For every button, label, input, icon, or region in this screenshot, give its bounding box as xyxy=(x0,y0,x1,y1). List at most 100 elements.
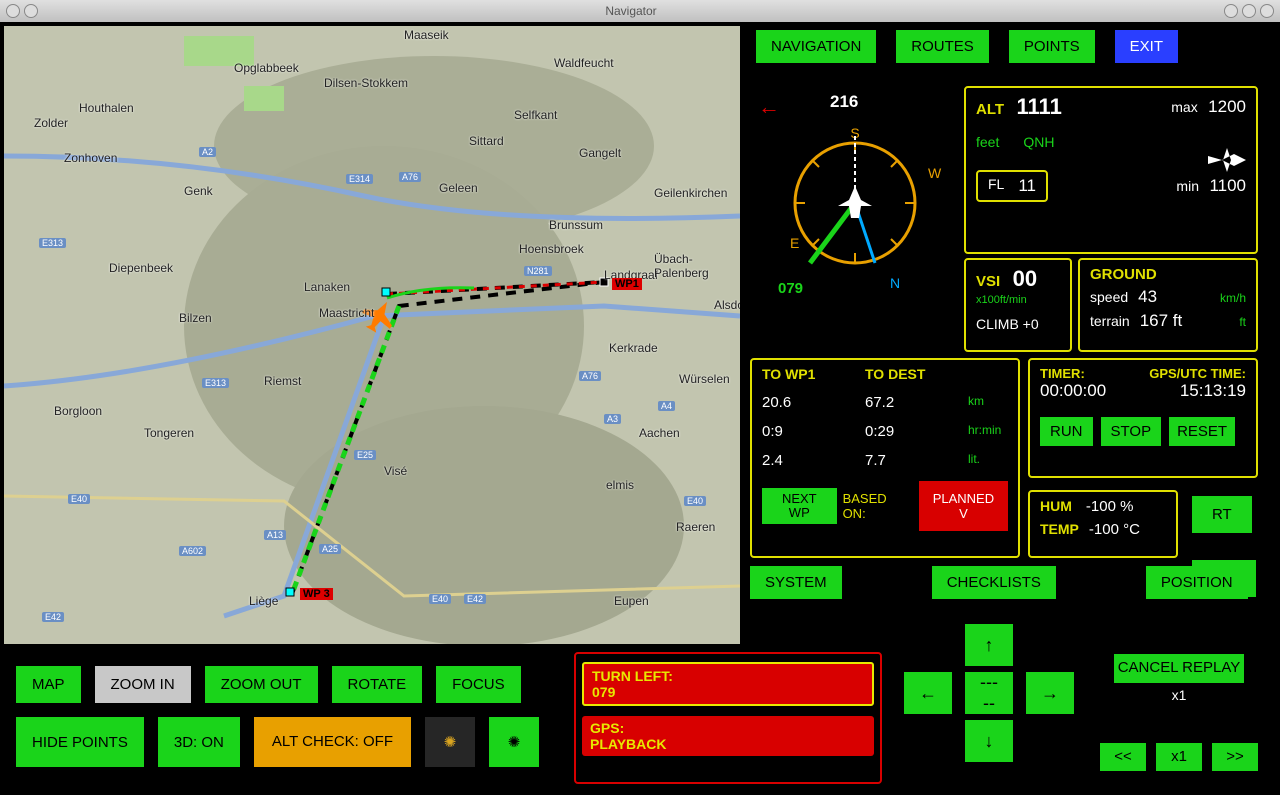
checklists-button[interactable]: CHECKLISTS xyxy=(932,566,1056,599)
city-label: Maaseik xyxy=(404,28,449,42)
city-label: Zonhoven xyxy=(64,151,117,165)
alt-label: ALT xyxy=(976,101,1004,118)
alt-max-label: max xyxy=(1171,99,1197,115)
stop-button[interactable]: STOP xyxy=(1101,417,1162,446)
hum-temp-panel: HUM -100 % TEMP -100 °C xyxy=(1028,490,1178,558)
city-label: Brunssum xyxy=(549,218,603,232)
city-label: Visé xyxy=(384,464,407,478)
replay-panel: CANCEL REPLAY x1 << x1 >> xyxy=(1094,654,1264,771)
window-btn-3[interactable] xyxy=(1260,4,1274,18)
hum-label: HUM xyxy=(1040,498,1072,515)
map-view[interactable]: Maaseik Opglabbeek Dilsen-Stokkem Waldfe… xyxy=(4,26,740,644)
dest-dist: 67.2 xyxy=(865,394,968,411)
city-label: elmis xyxy=(606,478,634,492)
road-label: E40 xyxy=(429,594,451,604)
road-label: A25 xyxy=(319,544,341,554)
timer-value: 00:00:00 xyxy=(1040,381,1106,401)
cancel-replay-button[interactable]: CANCEL REPLAY xyxy=(1114,654,1244,683)
terrain-unit: ft xyxy=(1239,315,1246,329)
city-label: Alsdorf xyxy=(714,298,740,312)
road-label: E313 xyxy=(202,378,229,388)
hum-value: -100 % xyxy=(1086,498,1134,515)
brightness-up-button[interactable]: ✺ xyxy=(489,717,539,767)
rt-button[interactable]: RT xyxy=(1192,496,1252,533)
map-button[interactable]: MAP xyxy=(16,666,81,703)
pan-right-button[interactable]: → xyxy=(1026,672,1074,714)
system-button[interactable]: SYSTEM xyxy=(750,566,842,599)
road-label: A4 xyxy=(658,401,675,411)
reset-button[interactable]: RESET xyxy=(1169,417,1235,446)
city-label: Riemst xyxy=(264,374,301,388)
points-button[interactable]: POINTS xyxy=(1009,30,1095,63)
city-label: Raeren xyxy=(676,520,715,534)
wp-dist: 20.6 xyxy=(762,394,865,411)
road-label: N281 xyxy=(524,266,552,276)
wp-fuel: 2.4 xyxy=(762,452,865,469)
hide-points-button[interactable]: HIDE POINTS xyxy=(16,717,144,767)
speed-value: 43 xyxy=(1138,287,1157,307)
routes-button[interactable]: ROUTES xyxy=(896,30,989,63)
dest-fuel: 7.7 xyxy=(865,452,968,469)
city-label: Bilzen xyxy=(179,311,212,325)
road-label: A76 xyxy=(579,371,601,381)
fuel-unit: lit. xyxy=(968,452,1008,469)
vsi-panel: VSI 00 x100ft/min CLIMB +0 xyxy=(964,258,1072,352)
ground-title: GROUND xyxy=(1090,266,1246,283)
utc-label: GPS/UTC TIME: xyxy=(1149,366,1246,381)
window-btn-2[interactable] xyxy=(1242,4,1256,18)
road-label: A2 xyxy=(199,147,216,157)
position-button[interactable]: POSITION xyxy=(1146,566,1248,599)
temp-label: TEMP xyxy=(1040,521,1079,538)
road-label: A13 xyxy=(264,530,286,540)
sun-icon: ✺ xyxy=(444,733,457,751)
utc-value: 15:13:19 xyxy=(1180,381,1246,401)
city-label: Hoensbroek xyxy=(519,242,584,256)
waypoint-1-label: WP1 xyxy=(612,278,642,290)
navigation-button[interactable]: NAVIGATION xyxy=(756,30,876,63)
next-wp-button[interactable]: NEXT WP xyxy=(762,488,837,525)
alt-check-button[interactable]: ALT CHECK: OFF xyxy=(254,717,411,767)
waypoint-3-label: WP 3 xyxy=(300,588,333,600)
pan-center-button[interactable]: ----- xyxy=(965,672,1013,714)
city-label: Kerkrade xyxy=(609,341,658,355)
vsi-value: 00 xyxy=(1013,266,1037,291)
3d-toggle-button[interactable]: 3D: ON xyxy=(158,717,240,767)
compass-panel: ← 216 S W N E 079 PH 2S7 xyxy=(750,86,960,346)
focus-button[interactable]: FOCUS xyxy=(436,666,521,703)
city-label: Geilenkirchen xyxy=(654,186,727,200)
window-titlebar: Navigator xyxy=(0,0,1280,22)
exit-button[interactable]: EXIT xyxy=(1115,30,1178,63)
road-label: E25 xyxy=(354,450,376,460)
rotate-button[interactable]: ROTATE xyxy=(332,666,423,703)
planned-v-button[interactable]: PLANNED V xyxy=(919,481,1008,531)
bearing-value: 079 xyxy=(778,280,803,297)
road-label: E40 xyxy=(68,494,90,504)
based-on-label: BASED ON: xyxy=(843,491,913,521)
city-label: Eupen xyxy=(614,594,649,608)
replay-rewind-button[interactable]: << xyxy=(1100,743,1146,772)
road-label: A3 xyxy=(604,414,621,424)
window-btn-1[interactable] xyxy=(1224,4,1238,18)
zoom-in-button[interactable]: ZOOM IN xyxy=(95,666,191,703)
zoom-out-button[interactable]: ZOOM OUT xyxy=(205,666,318,703)
city-label: Opglabbeek xyxy=(234,61,299,75)
vsi-unit: x100ft/min xyxy=(976,294,1060,306)
city-label: Dilsen-Stokkem xyxy=(324,76,408,90)
fl-value: 11 xyxy=(1018,176,1036,196)
pan-left-button[interactable]: ← xyxy=(904,672,952,714)
window-min-icon[interactable] xyxy=(24,4,38,18)
sun-icon: ✺ xyxy=(508,733,521,751)
timer-panel: TIMER: GPS/UTC TIME: 00:00:00 15:13:19 R… xyxy=(1028,358,1258,478)
pan-up-button[interactable]: ↑ xyxy=(965,624,1013,666)
brightness-down-button[interactable]: ✺ xyxy=(425,717,475,767)
pan-down-button[interactable]: ↓ xyxy=(965,720,1013,762)
run-button[interactable]: RUN xyxy=(1040,417,1093,446)
svg-text:N: N xyxy=(890,275,900,291)
city-label: Liège xyxy=(249,594,278,608)
window-close-icon[interactable] xyxy=(6,4,20,18)
dist-unit: km xyxy=(968,394,1008,411)
replay-play-button[interactable]: x1 xyxy=(1156,743,1202,772)
timer-label: TIMER: xyxy=(1040,366,1085,381)
nav-panel: TO WP1 TO DEST 20.6 67.2 km 0:9 0:29 hr:… xyxy=(750,358,1020,558)
replay-forward-button[interactable]: >> xyxy=(1212,743,1258,772)
